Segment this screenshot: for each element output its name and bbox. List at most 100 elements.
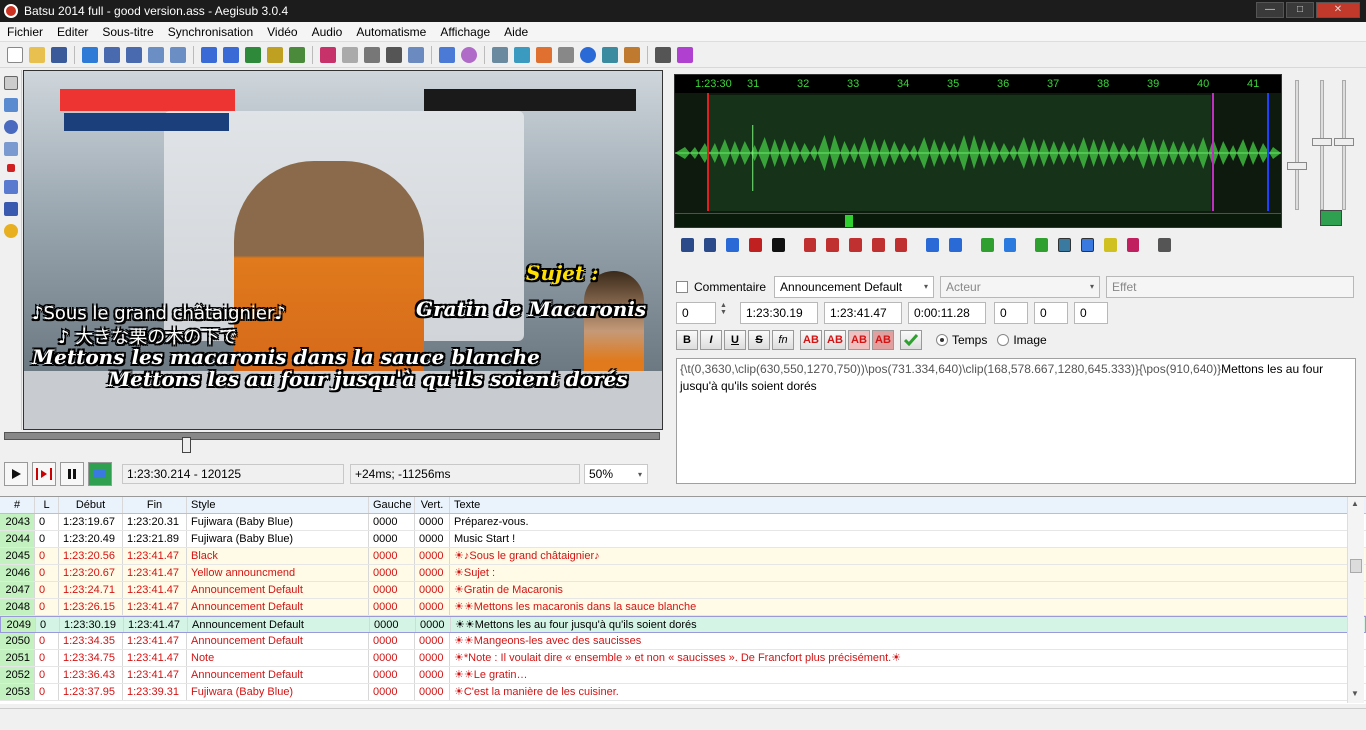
effect-field[interactable]: Effet bbox=[1106, 276, 1355, 298]
outline-color-button[interactable]: AB bbox=[848, 330, 870, 350]
prev-line-icon[interactable] bbox=[681, 238, 694, 252]
end-time-field[interactable]: 1:23:41.47 bbox=[824, 302, 902, 324]
next-line-on-commit-icon[interactable] bbox=[1058, 238, 1071, 252]
resample-icon[interactable] bbox=[492, 47, 508, 63]
time-radio[interactable] bbox=[936, 334, 948, 346]
chevron-up-icon[interactable]: ▲ bbox=[1351, 499, 1359, 508]
audio-link-toggle[interactable] bbox=[1320, 210, 1342, 226]
play-after-icon[interactable] bbox=[871, 238, 885, 252]
lead-out-icon[interactable] bbox=[949, 238, 962, 252]
play-to-end-icon[interactable] bbox=[894, 238, 908, 252]
col-header-style[interactable]: Style bbox=[187, 497, 369, 513]
table-row[interactable]: 2048 0 1:23:26.15 1:23:41.47 Announcement De… bbox=[0, 599, 1366, 616]
table-row[interactable]: 2049 0 1:23:30.19 1:23:41.47 Announcement De… bbox=[0, 616, 1366, 633]
tools-icon[interactable] bbox=[655, 47, 671, 63]
menu-automatisme[interactable]: Automatisme bbox=[349, 25, 433, 39]
play-current-line-icon[interactable] bbox=[749, 238, 762, 252]
stop-icon[interactable] bbox=[771, 238, 785, 252]
duration-field[interactable]: 0:00:11.28 bbox=[908, 302, 986, 324]
subtitle-grid[interactable]: # L Début Fin Style Gauche Vert. Texte 2… bbox=[0, 496, 1366, 704]
margin-left-field[interactable]: 0 bbox=[994, 302, 1028, 324]
primary-color-button[interactable]: AB bbox=[800, 330, 822, 350]
tag-icon[interactable] bbox=[677, 47, 693, 63]
standard-tool-icon[interactable] bbox=[4, 76, 18, 90]
secondary-color-button[interactable]: AB bbox=[824, 330, 846, 350]
strikeout-button[interactable]: S bbox=[748, 330, 770, 350]
help-icon[interactable] bbox=[4, 224, 18, 238]
grid-scrollbar[interactable]: ▲ ▼ bbox=[1347, 497, 1364, 703]
menu-affichage[interactable]: Affichage bbox=[433, 25, 497, 39]
chevron-up-icon[interactable]: ▲ bbox=[720, 302, 732, 309]
spectrum-mode-icon[interactable] bbox=[1103, 238, 1117, 252]
table-row[interactable]: 2044 0 1:23:20.49 1:23:21.89 Fujiwara (Baby … bbox=[0, 531, 1366, 548]
commit-icon[interactable] bbox=[980, 238, 994, 252]
table-row[interactable]: 2052 0 1:23:36.43 1:23:41.47 Announcement De… bbox=[0, 667, 1366, 684]
keyframes-icon[interactable] bbox=[267, 47, 283, 63]
zoom-out-icon[interactable] bbox=[126, 47, 142, 63]
save-icon[interactable] bbox=[51, 47, 67, 63]
audio-scroll-thumb[interactable] bbox=[845, 215, 853, 227]
scale-tool-icon[interactable] bbox=[7, 164, 15, 172]
menu-fichier[interactable]: Fichier bbox=[0, 25, 50, 39]
timing-post-icon[interactable] bbox=[536, 47, 552, 63]
clip-tool-icon[interactable] bbox=[4, 180, 18, 194]
rotate-xy-icon[interactable] bbox=[4, 142, 18, 156]
table-row[interactable]: 2045 0 1:23:20.56 1:23:41.47 Black 0000 0000 ☀♪… bbox=[0, 548, 1366, 565]
notepad-icon[interactable] bbox=[342, 47, 358, 63]
audio-volume-thumb[interactable] bbox=[1287, 162, 1307, 170]
col-header-margin-vertical[interactable]: Vert. bbox=[415, 497, 450, 513]
col-header-text[interactable]: Texte bbox=[450, 497, 1348, 513]
film-frame-icon[interactable] bbox=[245, 47, 261, 63]
margin-right-field[interactable]: 0 bbox=[1034, 302, 1068, 324]
minimize-button[interactable]: — bbox=[1256, 2, 1284, 18]
grid-scroll-thumb[interactable] bbox=[1350, 559, 1362, 573]
table-row[interactable]: 2051 0 1:23:34.75 1:23:41.47 Note 0000 0000 ☀*N… bbox=[0, 650, 1366, 667]
menu-video[interactable]: Vidéo bbox=[260, 25, 304, 39]
maximize-button[interactable]: □ bbox=[1286, 2, 1314, 18]
style-manager-icon[interactable] bbox=[201, 47, 217, 63]
auto-scroll-audio-icon[interactable] bbox=[1080, 238, 1094, 252]
commit-button[interactable] bbox=[900, 330, 922, 350]
clock-icon[interactable] bbox=[580, 47, 596, 63]
play-line-button[interactable] bbox=[32, 462, 56, 486]
vector-clip-icon[interactable] bbox=[4, 202, 18, 216]
auto-commit-icon[interactable] bbox=[1035, 238, 1049, 252]
table-row[interactable]: 2043 0 1:23:19.67 1:23:20.31 Fujiwara (Baby … bbox=[0, 514, 1366, 531]
start-time-field[interactable]: 1:23:30.19 bbox=[740, 302, 818, 324]
col-header-margin-left[interactable]: Gauche bbox=[369, 497, 415, 513]
actor-combo[interactable]: Acteur ▾ bbox=[940, 276, 1101, 298]
play-start-icon[interactable] bbox=[826, 238, 840, 252]
col-header-layer[interactable]: L bbox=[35, 497, 59, 513]
col-header-number[interactable]: # bbox=[0, 497, 35, 513]
zoom-combo[interactable]: 50% ▾ bbox=[584, 464, 648, 484]
karaoke-icon[interactable] bbox=[1126, 238, 1140, 252]
bold-button[interactable]: B bbox=[676, 330, 698, 350]
audio-display[interactable]: 1:23:30 31 32 33 34 35 36 37 38 39 40 41 bbox=[674, 74, 1282, 228]
automation-icon[interactable] bbox=[624, 47, 640, 63]
menu-audio[interactable]: Audio bbox=[305, 25, 350, 39]
margin-vertical-field[interactable]: 0 bbox=[1074, 302, 1108, 324]
table-row[interactable]: 2046 0 1:23:20.67 1:23:41.47 Yellow announcm… bbox=[0, 565, 1366, 582]
menu-sous-titre[interactable]: Sous-titre bbox=[95, 25, 160, 39]
table-row[interactable]: 2053 0 1:23:37.95 1:23:39.31 Fujiwara (Baby … bbox=[0, 684, 1366, 701]
script-properties-icon[interactable] bbox=[320, 47, 336, 63]
spellcheck-icon[interactable] bbox=[386, 47, 402, 63]
next-line-icon[interactable] bbox=[703, 238, 717, 252]
pen-icon[interactable] bbox=[364, 47, 380, 63]
jump-arrow-icon[interactable] bbox=[82, 47, 98, 63]
col-header-end[interactable]: Fin bbox=[123, 497, 187, 513]
drag-tool-icon[interactable] bbox=[4, 98, 18, 112]
audio-vzoom-thumb[interactable] bbox=[1334, 138, 1354, 146]
video-display[interactable]: Sujet : Gratin de Macaronis ♪Sous le gra… bbox=[23, 70, 663, 430]
open-folder-icon[interactable] bbox=[29, 47, 45, 63]
menu-aide[interactable]: Aide bbox=[497, 25, 535, 39]
play-selection-icon[interactable] bbox=[726, 238, 740, 252]
attachments-icon[interactable] bbox=[223, 47, 239, 63]
video-seek-thumb[interactable] bbox=[182, 437, 191, 453]
style-combo[interactable]: Announcement Default ▾ bbox=[774, 276, 935, 298]
lead-in-icon[interactable] bbox=[926, 238, 940, 252]
comment-checkbox[interactable] bbox=[676, 281, 688, 293]
chevron-down-icon[interactable]: ▼ bbox=[1351, 689, 1359, 698]
frame-radio[interactable] bbox=[997, 334, 1010, 346]
col-header-start[interactable]: Début bbox=[59, 497, 123, 513]
